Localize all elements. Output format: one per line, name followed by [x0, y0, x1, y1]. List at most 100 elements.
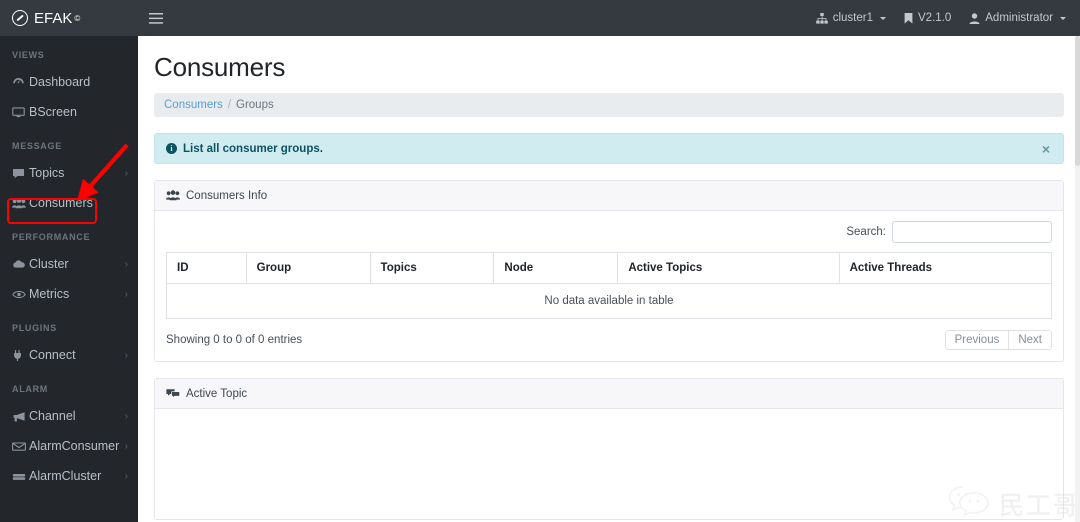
breadcrumb: Consumers / Groups — [154, 93, 1064, 117]
col-topics[interactable]: Topics — [369, 252, 495, 284]
sidebar-item-connect[interactable]: Connect › — [0, 340, 138, 370]
user-label: Administrator — [985, 12, 1053, 24]
chevron-right-icon: › — [124, 410, 128, 422]
top-navbar: EFAK © cluster1 V2.1.0 Administrator — [0, 0, 1080, 36]
sidebar-item-dashboard[interactable]: Dashboard — [0, 67, 138, 97]
users-icon — [12, 197, 29, 209]
topbar-right-menu: cluster1 V2.1.0 Administrator — [815, 0, 1080, 36]
efak-circle-logo-icon — [12, 10, 28, 26]
app-root: EFAK © cluster1 V2.1.0 Administrator VIE… — [0, 0, 1080, 522]
sidebar-section-alarm: ALARM — [12, 384, 48, 394]
sidebar-item-bscreen[interactable]: BScreen — [0, 97, 138, 127]
chevron-right-icon: › — [124, 470, 128, 482]
chevron-right-icon: › — [124, 167, 128, 179]
user-icon — [969, 12, 980, 24]
user-menu[interactable]: Administrator — [969, 12, 1066, 24]
consumers-info-card-body: Search: ID Group Topics Node Active Topi… — [155, 211, 1063, 361]
pagination: Previous Next — [944, 330, 1052, 350]
comment-icon — [12, 168, 29, 179]
eye-icon — [12, 289, 29, 300]
page-title: Consumers — [154, 52, 286, 82]
cluster-selector[interactable]: cluster1 — [815, 12, 886, 24]
card-title: Active Topic — [186, 387, 248, 400]
sidebar-item-label: AlarmCluster — [29, 469, 102, 483]
previous-page-button[interactable]: Previous — [944, 330, 1010, 350]
sidebar-item-label: Metrics — [29, 287, 70, 301]
sidebar-item-consumers[interactable]: Consumers — [0, 188, 138, 218]
sidebar-item-label: Channel — [29, 409, 76, 423]
chevron-right-icon: › — [124, 288, 128, 300]
server-icon — [12, 471, 29, 482]
brand-copyright: © — [74, 13, 81, 23]
card-title: Consumers Info — [186, 189, 268, 202]
sidebar-item-metrics[interactable]: Metrics › — [0, 279, 138, 309]
brand-name: EFAK — [34, 9, 73, 27]
alert-text: List all consumer groups. — [183, 142, 323, 155]
desktop-icon — [12, 106, 29, 118]
sidebar-item-alarmconsumer[interactable]: AlarmConsumer › — [0, 431, 138, 461]
search-label: Search: — [846, 226, 886, 238]
search-input[interactable] — [892, 221, 1052, 243]
entries-info: Showing 0 to 0 of 0 entries — [166, 334, 303, 346]
cluster-label: cluster1 — [832, 12, 873, 24]
tachometer-icon — [12, 77, 29, 88]
sidebar-item-label: BScreen — [29, 105, 77, 119]
sidebar-item-label: Cluster — [29, 257, 69, 271]
envelope-icon — [12, 441, 29, 452]
sidebar-item-topics[interactable]: Topics › — [0, 158, 138, 188]
active-topic-card: Active Topic — [154, 378, 1064, 520]
sidebar-item-label: Consumers — [29, 196, 93, 210]
version-indicator[interactable]: V2.1.0 — [904, 12, 951, 24]
cloud-icon — [12, 259, 29, 270]
chevron-down-icon — [1060, 16, 1066, 20]
table-footer: Showing 0 to 0 of 0 entries Previous Nex… — [166, 330, 1052, 350]
version-label: V2.1.0 — [918, 12, 952, 24]
sidebar-item-label: AlarmConsumer — [29, 439, 120, 453]
info-circle-icon: i — [166, 143, 177, 154]
sidebar-item-label: Connect — [29, 348, 76, 362]
users-icon — [166, 190, 180, 201]
table-head: ID Group Topics Node Active Topics Activ… — [166, 252, 1053, 284]
sidebar-section-message: MESSAGE — [12, 141, 62, 151]
breadcrumb-link-consumers[interactable]: Consumers — [164, 99, 223, 111]
sidebar-item-cluster[interactable]: Cluster › — [0, 249, 138, 279]
table-header-row: ID Group Topics Node Active Topics Activ… — [166, 252, 1053, 284]
col-group[interactable]: Group — [245, 252, 371, 284]
sidebar: VIEWS Dashboard BScreen MESSAGE Topics ›… — [0, 36, 138, 522]
chevron-right-icon: › — [124, 440, 128, 452]
consumers-table: ID Group Topics Node Active Topics Activ… — [166, 252, 1053, 319]
sidebar-section-performance: PERFORMANCE — [12, 232, 91, 242]
comments-icon — [166, 388, 180, 399]
sidebar-section-views: VIEWS — [12, 50, 45, 60]
search-row: Search: — [166, 221, 1052, 243]
close-icon[interactable]: × — [1040, 142, 1052, 156]
sidebar-section-plugins: PLUGINS — [12, 323, 57, 333]
sidebar-item-label: Topics — [29, 166, 65, 180]
bullhorn-icon — [12, 411, 29, 422]
chevron-right-icon: › — [124, 349, 128, 361]
col-node[interactable]: Node — [493, 252, 619, 284]
col-active-threads[interactable]: Active Threads — [838, 252, 1053, 284]
chevron-down-icon — [880, 16, 886, 20]
chevron-right-icon: › — [124, 258, 128, 270]
col-active-topics[interactable]: Active Topics — [617, 252, 840, 284]
main-content: Consumers Consumers / Groups i List all … — [138, 36, 1080, 522]
sitemap-icon — [815, 12, 828, 24]
next-page-button[interactable]: Next — [1009, 330, 1052, 350]
hamburger-menu-icon[interactable] — [138, 0, 174, 36]
table-empty-row: No data available in table — [166, 283, 1052, 319]
sidebar-item-channel[interactable]: Channel › — [0, 401, 138, 431]
sidebar-item-label: Dashboard — [29, 75, 91, 89]
breadcrumb-current: Groups — [236, 99, 274, 111]
breadcrumb-separator: / — [227, 99, 232, 111]
table-body: No data available in table — [166, 283, 1052, 319]
active-topic-card-body — [155, 409, 1063, 519]
col-id[interactable]: ID — [166, 252, 247, 284]
brand-logo-link[interactable]: EFAK © — [0, 0, 138, 36]
plug-icon — [12, 349, 29, 361]
info-alert: i List all consumer groups. × — [154, 133, 1064, 164]
consumers-info-card-header: Consumers Info — [155, 181, 1063, 211]
sidebar-item-alarmcluster[interactable]: AlarmCluster › — [0, 461, 138, 491]
bookmark-icon — [904, 12, 913, 24]
page-scrollbar-thumb[interactable] — [1075, 36, 1080, 166]
